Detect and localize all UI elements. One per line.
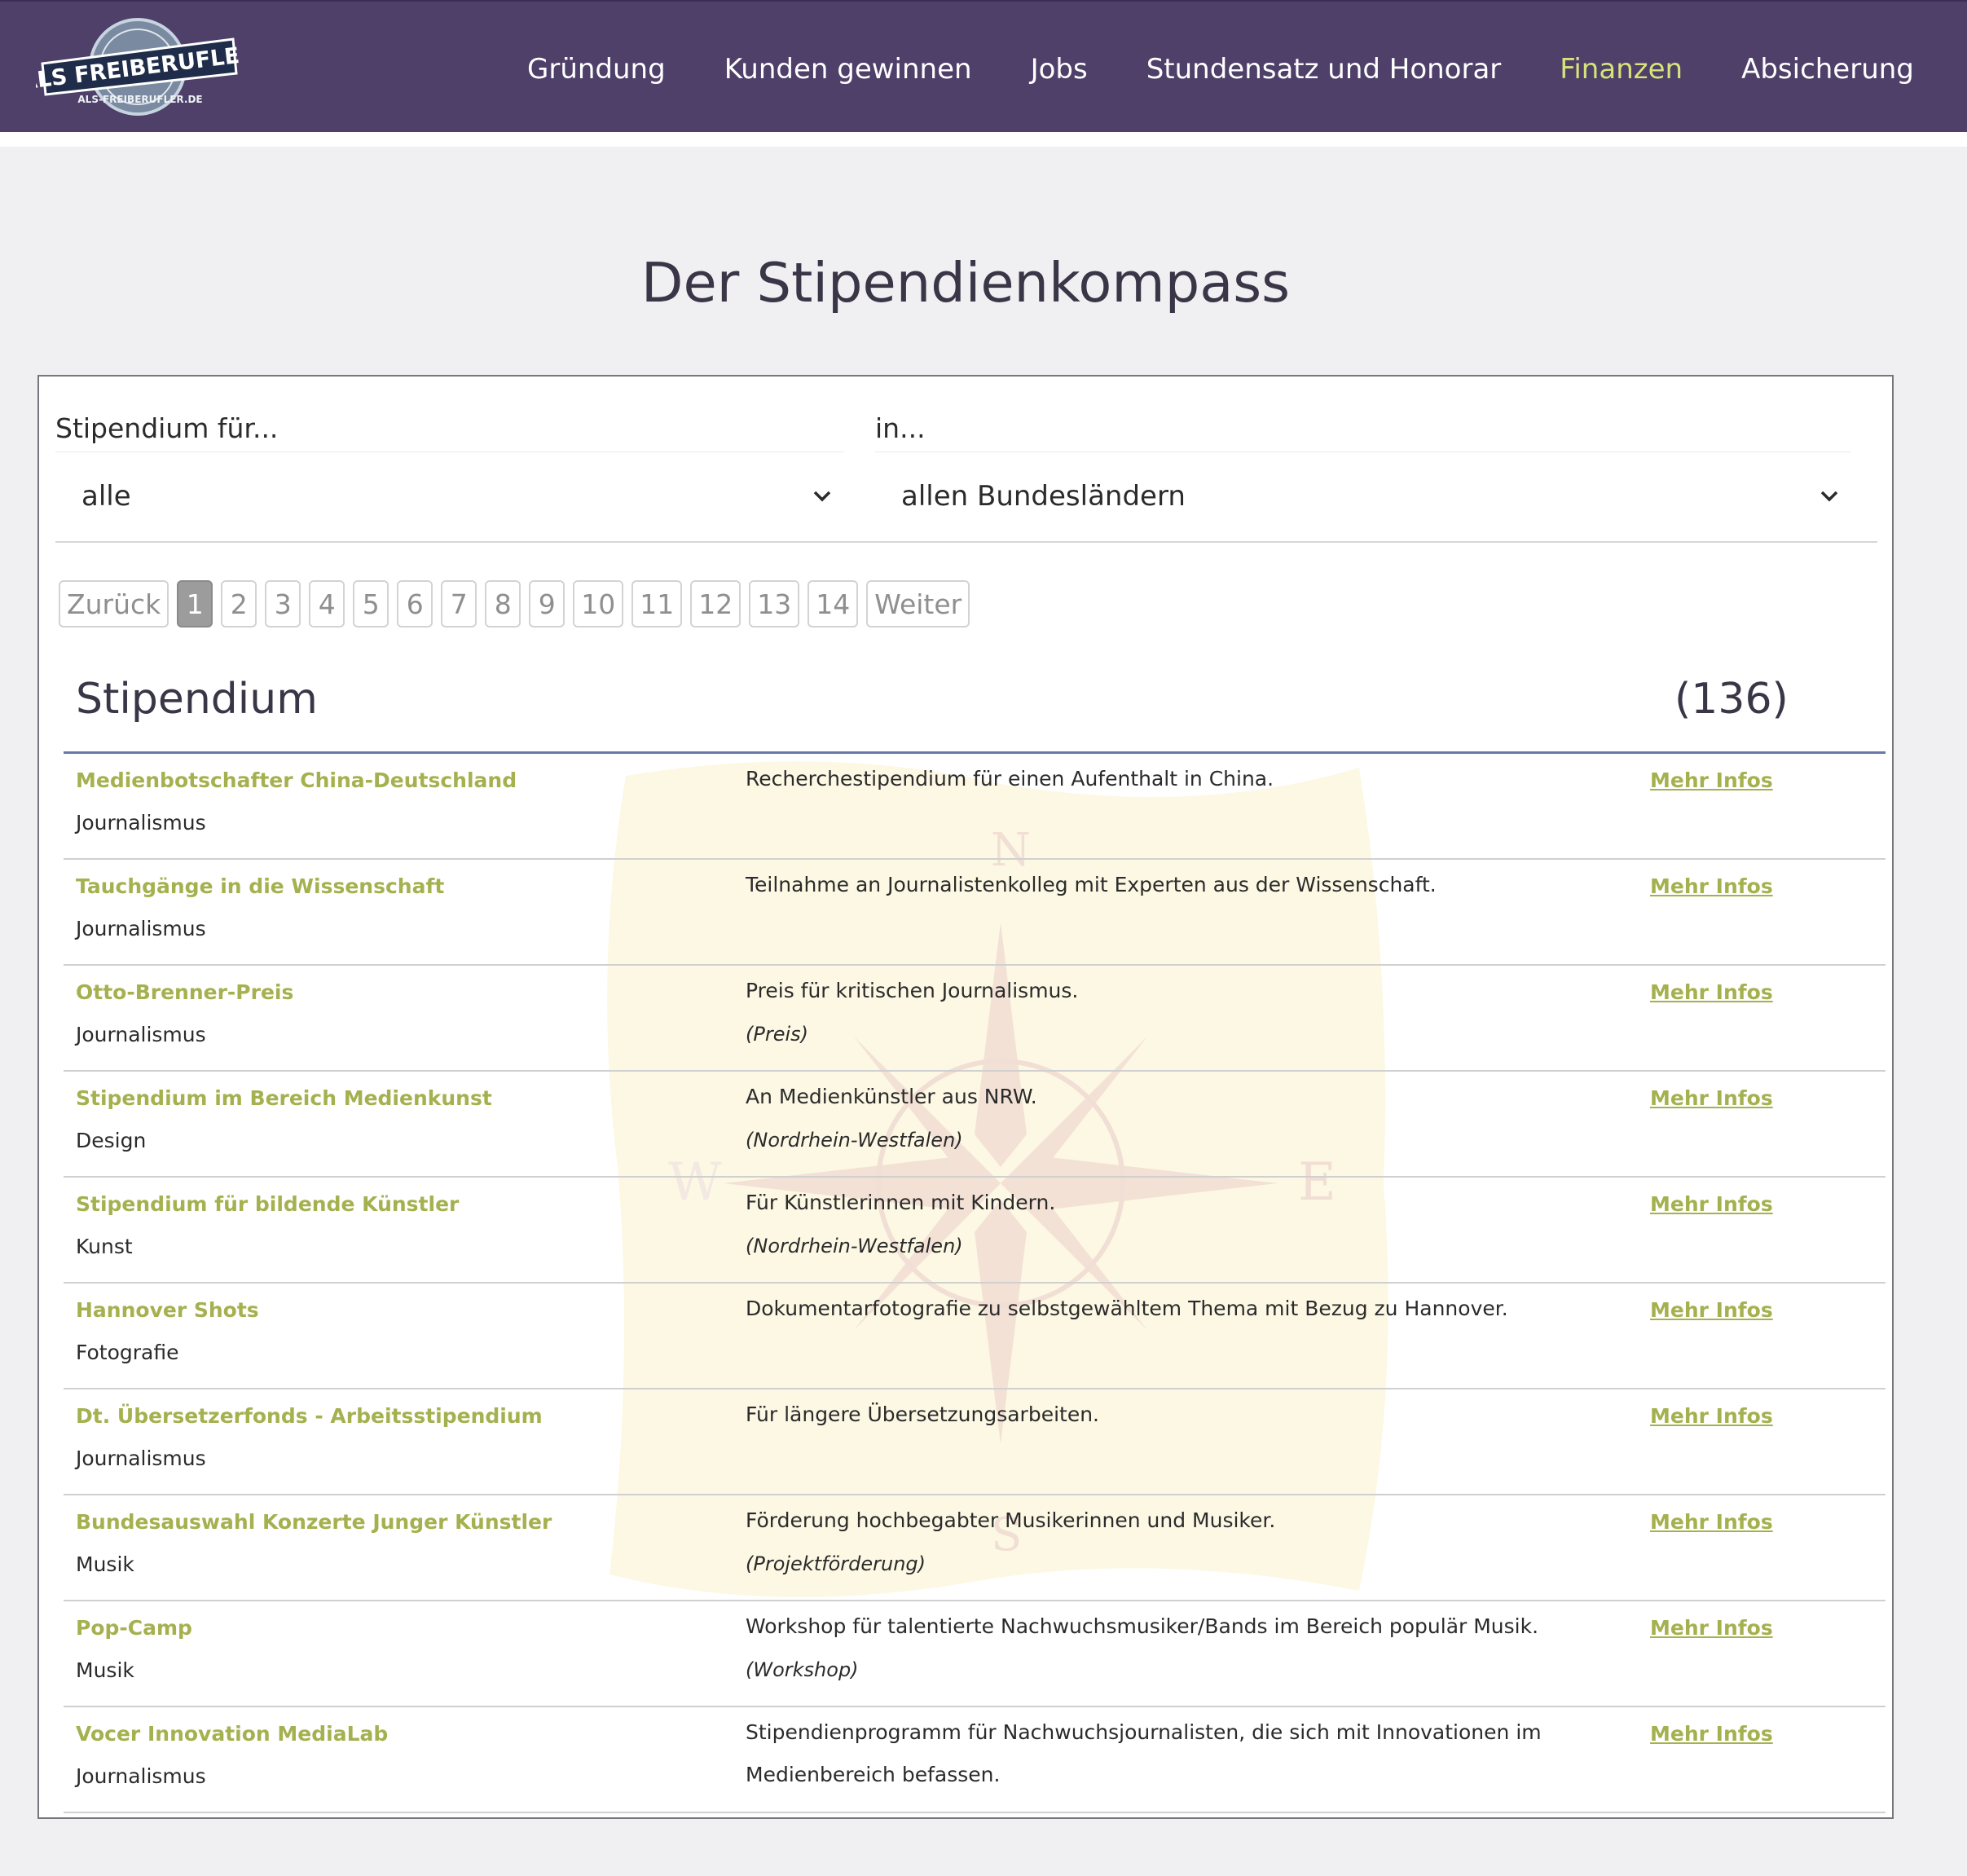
- badge-logo-icon[interactable]: ALS FREIBERUFLER ALS-FREIBERUFLER.DE: [36, 16, 240, 117]
- stipendien-panel: N W E S Stipendium für... alle in... all…: [37, 375, 1894, 1819]
- pagination-prev-button[interactable]: Zurück: [59, 580, 169, 628]
- pagination-page-1[interactable]: 1: [177, 580, 213, 628]
- filter-for-label: Stipendium für...: [55, 412, 279, 444]
- filter-divider: [55, 541, 1877, 543]
- table-row: Otto-Brenner-Preis Journalismus Preis fü…: [64, 966, 1886, 1072]
- page-title: Der Stipendienkompass: [640, 251, 1291, 315]
- nav-item-kunden-gewinnen[interactable]: Kunden gewinnen: [724, 53, 972, 86]
- more-info-link[interactable]: Mehr Infos: [1650, 1510, 1773, 1534]
- filter-in-label: in...: [875, 412, 926, 444]
- stipendium-note: (Workshop): [746, 1658, 859, 1681]
- stipendium-name[interactable]: Medienbotschafter China-Deutschland: [76, 768, 517, 792]
- filter-in-value: allen Bundesländern: [901, 479, 1186, 513]
- table-row: Hannover Shots Fotografie Dokumentarfoto…: [64, 1284, 1886, 1389]
- stipendium-description: An Medienkünstler aus NRW.: [746, 1085, 1037, 1108]
- more-info-link[interactable]: Mehr Infos: [1650, 1722, 1773, 1746]
- stipendium-name[interactable]: Stipendium im Bereich Medienkunst: [76, 1086, 492, 1110]
- filter-for-select[interactable]: alle: [55, 451, 844, 539]
- stipendium-category: Design: [76, 1129, 147, 1152]
- stipendium-category: Fotografie: [76, 1341, 179, 1364]
- pagination-page-10[interactable]: 10: [573, 580, 624, 628]
- stipendium-name[interactable]: Stipendium für bildende Künstler: [76, 1192, 459, 1216]
- nav-item-absicherung[interactable]: Absicherung: [1741, 53, 1914, 86]
- site-header: ALS FREIBERUFLER ALS-FREIBERUFLER.DE Grü…: [0, 0, 1967, 132]
- table-row: Dt. Übersetzerfonds - Arbeitsstipendium …: [64, 1389, 1886, 1495]
- table-row: Stipendium im Bereich Medienkunst Design…: [64, 1072, 1886, 1178]
- table-header: Stipendium (136): [64, 654, 1886, 754]
- stipendium-note: (Projektförderung): [746, 1552, 926, 1575]
- stipendium-name[interactable]: Bundesauswahl Konzerte Junger Künstler: [76, 1510, 552, 1534]
- nav-item-jobs[interactable]: Jobs: [1031, 53, 1088, 86]
- stipendium-description: Teilnahme an Journalistenkolleg mit Expe…: [746, 873, 1437, 896]
- stipendium-description: Dokumentarfotografie zu selbstgewähltem …: [746, 1297, 1508, 1320]
- pagination-page-2[interactable]: 2: [221, 580, 257, 628]
- table-row: Tauchgänge in die Wissenschaft Journalis…: [64, 860, 1886, 966]
- pagination-page-11[interactable]: 11: [631, 580, 683, 628]
- table-row: Medienbotschafter China-Deutschland Jour…: [64, 754, 1886, 860]
- more-info-link[interactable]: Mehr Infos: [1650, 1616, 1773, 1640]
- stipendium-description: Stipendienprogramm für Nachwuchsjournali…: [746, 1720, 1542, 1786]
- result-count: (136): [1674, 675, 1789, 724]
- stipendium-note: (Nordrhein-Westfalen): [746, 1129, 963, 1152]
- stipendium-category: Journalismus: [76, 1764, 206, 1788]
- pagination-page-9[interactable]: 9: [529, 580, 565, 628]
- pagination-page-3[interactable]: 3: [265, 580, 301, 628]
- stipendium-name[interactable]: Otto-Brenner-Preis: [76, 980, 293, 1004]
- stipendium-note: (Nordrhein-Westfalen): [746, 1235, 963, 1257]
- table-row: Stipendium für bildende Künstler Kunst F…: [64, 1178, 1886, 1284]
- stipendium-category: Journalismus: [76, 917, 206, 940]
- stipendium-category: Journalismus: [76, 811, 206, 835]
- more-info-link[interactable]: Mehr Infos: [1650, 1086, 1773, 1110]
- nav-item-stundensatz[interactable]: Stundensatz und Honorar: [1146, 53, 1502, 86]
- filter-in-select[interactable]: allen Bundesländern: [875, 451, 1851, 539]
- table-heading: Stipendium: [76, 675, 318, 724]
- stipendium-name[interactable]: Dt. Übersetzerfonds - Arbeitsstipendium: [76, 1404, 543, 1428]
- main-nav: Gründung Kunden gewinnen Jobs Stundensat…: [527, 49, 1967, 90]
- pagination-next-button[interactable]: Weiter: [866, 580, 970, 628]
- more-info-link[interactable]: Mehr Infos: [1650, 874, 1773, 898]
- more-info-link[interactable]: Mehr Infos: [1650, 980, 1773, 1004]
- logo-text-sub: ALS-FREIBERUFLER.DE: [77, 94, 202, 105]
- table-row: Vocer Innovation MediaLab Journalismus S…: [64, 1707, 1886, 1813]
- stipendium-note: (Preis): [746, 1023, 809, 1046]
- more-info-link[interactable]: Mehr Infos: [1650, 1298, 1773, 1322]
- pagination: Zurück 1 2 3 4 5 6 7 8 9 10 11 12 13 14 …: [59, 580, 978, 628]
- stipendium-name[interactable]: Vocer Innovation MediaLab: [76, 1722, 388, 1746]
- more-info-link[interactable]: Mehr Infos: [1650, 768, 1773, 792]
- stipendium-category: Musik: [76, 1552, 134, 1576]
- nav-item-finanzen[interactable]: Finanzen: [1560, 53, 1683, 86]
- stipendium-name[interactable]: Tauchgänge in die Wissenschaft: [76, 874, 444, 898]
- stipendium-description: Workshop für talentierte Nachwuchsmusike…: [746, 1614, 1539, 1638]
- filter-for-value: alle: [81, 479, 131, 513]
- more-info-link[interactable]: Mehr Infos: [1650, 1404, 1773, 1428]
- stipendium-description: Für Künstlerinnen mit Kindern.: [746, 1191, 1056, 1214]
- stipendium-name[interactable]: Hannover Shots: [76, 1298, 259, 1322]
- stipendien-list: Medienbotschafter China-Deutschland Jour…: [64, 754, 1886, 1813]
- stipendium-name[interactable]: Pop-Camp: [76, 1616, 192, 1640]
- pagination-page-13[interactable]: 13: [749, 580, 800, 628]
- pagination-page-8[interactable]: 8: [485, 580, 521, 628]
- stipendium-category: Journalismus: [76, 1023, 206, 1046]
- table-row: Bundesauswahl Konzerte Junger Künstler M…: [64, 1495, 1886, 1601]
- table-row: Pop-Camp Musik Workshop für talentierte …: [64, 1601, 1886, 1707]
- stipendium-category: Kunst: [76, 1235, 133, 1258]
- stipendium-description: Förderung hochbegabter Musikerinnen und …: [746, 1508, 1276, 1532]
- stipendium-category: Journalismus: [76, 1447, 206, 1470]
- stipendium-category: Musik: [76, 1658, 134, 1682]
- chevron-down-icon: [1815, 482, 1843, 510]
- pagination-page-6[interactable]: 6: [397, 580, 433, 628]
- stipendium-description: Für längere Übersetzungsarbeiten.: [746, 1403, 1100, 1426]
- stipendium-description: Recherchestipendium für einen Aufenthalt…: [746, 767, 1274, 790]
- stipendium-description: Preis für kritischen Journalismus.: [746, 979, 1079, 1002]
- header-divider: [0, 132, 1967, 147]
- pagination-page-12[interactable]: 12: [690, 580, 741, 628]
- pagination-page-14[interactable]: 14: [807, 580, 859, 628]
- nav-item-gruendung[interactable]: Gründung: [527, 53, 666, 86]
- pagination-page-4[interactable]: 4: [309, 580, 345, 628]
- more-info-link[interactable]: Mehr Infos: [1650, 1192, 1773, 1216]
- pagination-page-7[interactable]: 7: [441, 580, 477, 628]
- chevron-down-icon: [808, 482, 836, 510]
- pagination-page-5[interactable]: 5: [353, 580, 389, 628]
